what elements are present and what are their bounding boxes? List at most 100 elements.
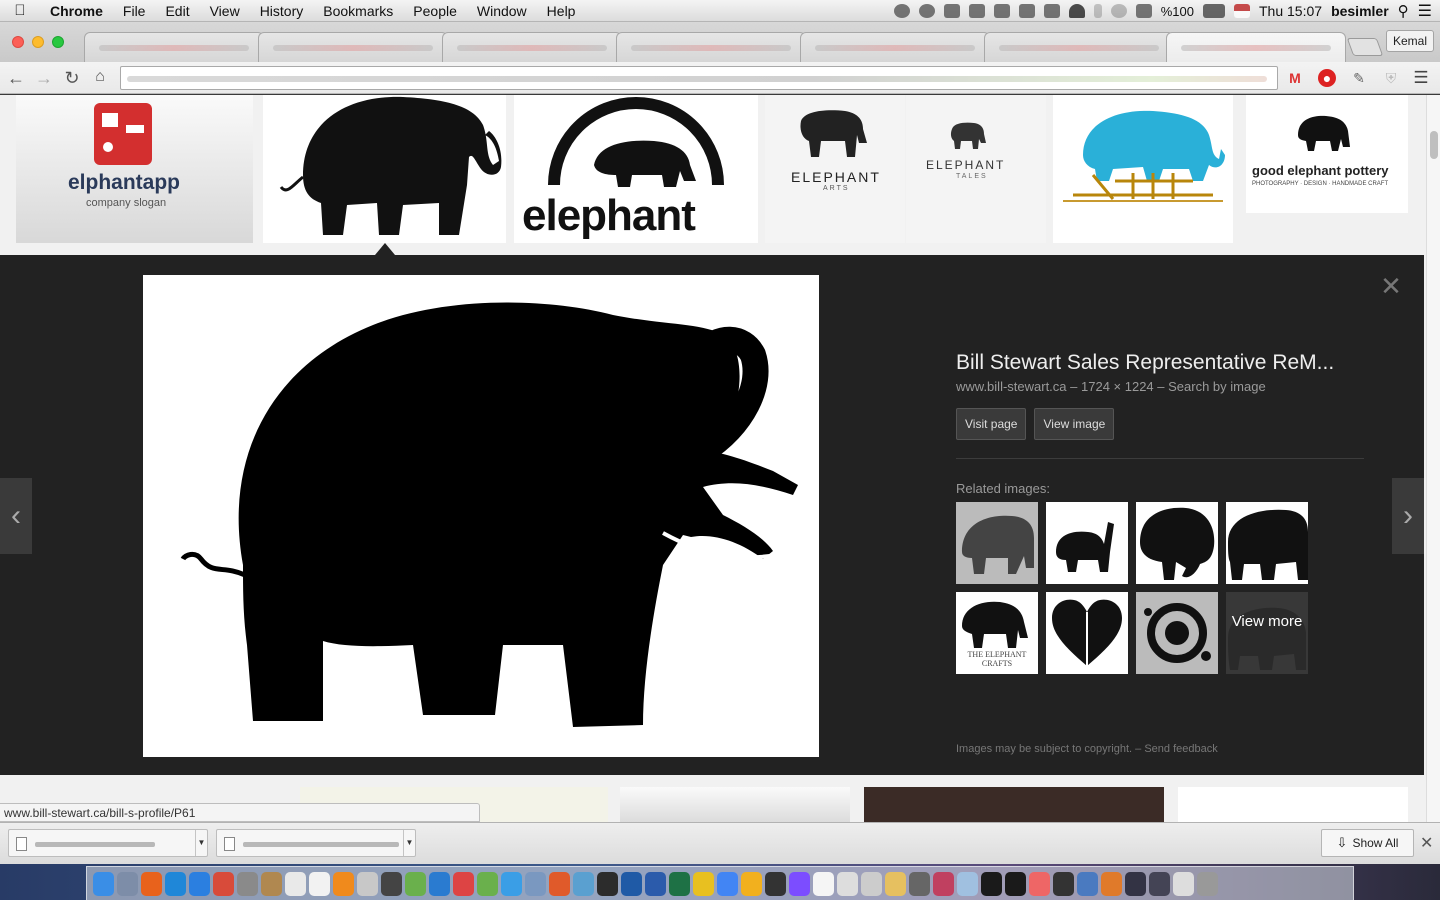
dock-app-icon[interactable]	[381, 871, 402, 896]
apple-menu-icon[interactable]: 	[0, 2, 40, 19]
result-thumbnail[interactable]: elephant	[514, 95, 758, 243]
menu-bookmarks[interactable]: Bookmarks	[313, 3, 403, 19]
menubar-user[interactable]: besimler	[1331, 3, 1389, 19]
page-scrollbar[interactable]	[1426, 95, 1440, 822]
menu-app-name[interactable]: Chrome	[40, 3, 113, 19]
dock-app-icon[interactable]	[813, 871, 834, 896]
dock-app-icon[interactable]	[1125, 871, 1146, 896]
dock-app-icon[interactable]	[477, 871, 498, 896]
related-image[interactable]	[1226, 502, 1308, 584]
next-image-button[interactable]: ›	[1392, 478, 1424, 554]
dock-app-icon[interactable]	[861, 871, 882, 896]
forward-icon[interactable]: →	[34, 68, 54, 89]
dock-app-icon[interactable]	[1053, 871, 1074, 896]
dock-app-icon[interactable]	[597, 871, 618, 896]
dock-app-icon[interactable]	[573, 871, 594, 896]
back-icon[interactable]: ←	[6, 68, 26, 89]
result-thumbnail[interactable]: ELEPHANT ARTS	[765, 95, 905, 243]
dock-app-icon[interactable]	[981, 871, 1002, 896]
dock-app-icon[interactable]	[957, 871, 978, 896]
download-options-icon[interactable]: ▼	[195, 830, 207, 856]
browser-tab-active[interactable]	[1166, 32, 1346, 62]
dropbox-icon[interactable]	[943, 4, 960, 18]
dock-app-icon[interactable]	[285, 871, 306, 896]
browser-tab[interactable]	[84, 32, 264, 62]
evernote-extension-icon[interactable]: ✎	[1350, 69, 1368, 87]
menubar-clock[interactable]: Thu 15:07	[1259, 3, 1322, 19]
dock-app-icon[interactable]	[765, 871, 786, 896]
close-window-button[interactable]	[12, 36, 24, 48]
result-thumbnail-selected[interactable]	[263, 95, 506, 243]
chrome-menu-icon[interactable]: ☰	[1412, 69, 1430, 87]
browser-tab[interactable]	[800, 32, 990, 62]
result-thumbnail[interactable]: good elephant pottery PHOTOGRAPHY · DESI…	[1246, 95, 1408, 213]
download-item[interactable]: ▼	[216, 829, 416, 857]
dock-app-icon[interactable]	[429, 871, 450, 896]
dock-app-icon[interactable]	[717, 871, 738, 896]
dock-app-icon[interactable]	[525, 871, 546, 896]
previous-image-button[interactable]: ‹	[0, 478, 32, 554]
related-image[interactable]	[1136, 592, 1218, 674]
dock-app-icon[interactable]	[693, 871, 714, 896]
preview-domain-link[interactable]: www.bill-stewart.ca	[956, 379, 1067, 394]
dock-app-icon[interactable]	[237, 871, 258, 896]
volume-icon[interactable]	[1135, 4, 1152, 18]
dock-app-icon[interactable]	[141, 871, 162, 896]
dock-app-icon[interactable]	[165, 871, 186, 896]
browser-tab[interactable]	[258, 32, 448, 62]
browser-tab[interactable]	[984, 32, 1174, 62]
dock-app-icon[interactable]	[1197, 871, 1218, 896]
related-image[interactable]: THE ELEPHANT CRAFTS	[956, 592, 1038, 674]
dock-app-icon[interactable]	[261, 871, 282, 896]
menu-help[interactable]: Help	[537, 3, 586, 19]
dock-app-icon[interactable]	[405, 871, 426, 896]
dock-app-icon[interactable]	[669, 871, 690, 896]
dock-app-icon[interactable]	[645, 871, 666, 896]
menu-window[interactable]: Window	[467, 3, 537, 19]
dock-app-icon[interactable]	[1077, 871, 1098, 896]
result-thumbnail[interactable]	[620, 787, 850, 822]
time-machine-icon[interactable]	[1110, 4, 1127, 18]
spotlight-icon[interactable]: ⚲	[1398, 2, 1409, 20]
download-options-icon[interactable]: ▼	[403, 830, 415, 856]
zoom-window-button[interactable]	[52, 36, 64, 48]
evernote-icon[interactable]	[1043, 4, 1060, 18]
dock-app-icon[interactable]	[1149, 871, 1170, 896]
dock-app-icon[interactable]	[1005, 871, 1026, 896]
reload-icon[interactable]: ↻	[62, 68, 82, 89]
dock-app-icon[interactable]	[1173, 871, 1194, 896]
scrollbar-thumb[interactable]	[1430, 131, 1438, 159]
cloud-icon[interactable]	[893, 4, 910, 18]
dock-app-icon[interactable]	[357, 871, 378, 896]
related-image[interactable]	[1136, 502, 1218, 584]
result-thumbnail[interactable]	[1053, 95, 1233, 243]
dock-app-icon[interactable]	[789, 871, 810, 896]
dock-app-icon[interactable]	[453, 871, 474, 896]
dock-app-icon[interactable]	[741, 871, 762, 896]
dock-app-icon[interactable]	[933, 871, 954, 896]
minimize-window-button[interactable]	[32, 36, 44, 48]
close-preview-icon[interactable]: ✕	[1378, 273, 1404, 299]
dock-app-icon[interactable]	[333, 871, 354, 896]
related-image[interactable]	[1046, 502, 1128, 584]
shield-extension-icon[interactable]: ⛨	[1382, 69, 1400, 87]
dock-app-icon[interactable]	[309, 871, 330, 896]
flag-icon[interactable]	[1234, 4, 1250, 18]
result-thumbnail[interactable]: elphantapp company slogan	[16, 95, 253, 243]
dock-app-icon[interactable]	[837, 871, 858, 896]
show-all-downloads-button[interactable]: ⇩ Show All	[1321, 829, 1414, 857]
new-tab-button[interactable]	[1346, 38, 1384, 56]
close-shelf-icon[interactable]: ✕	[1420, 833, 1433, 853]
browser-tab[interactable]	[616, 32, 806, 62]
result-thumbnail[interactable]: ELEPHANT TALES	[906, 95, 1046, 243]
address-bar[interactable]	[120, 66, 1278, 90]
menu-file[interactable]: File	[113, 3, 156, 19]
dock-app-icon[interactable]	[1029, 871, 1050, 896]
visit-page-button[interactable]: Visit page	[956, 408, 1027, 440]
dock-app-icon[interactable]	[885, 871, 906, 896]
browser-tab[interactable]	[442, 32, 622, 62]
bluetooth-icon[interactable]	[1093, 4, 1102, 18]
drive-icon[interactable]	[993, 4, 1010, 18]
sync-icon[interactable]	[918, 4, 935, 18]
home-icon[interactable]: ⌂	[90, 68, 110, 86]
